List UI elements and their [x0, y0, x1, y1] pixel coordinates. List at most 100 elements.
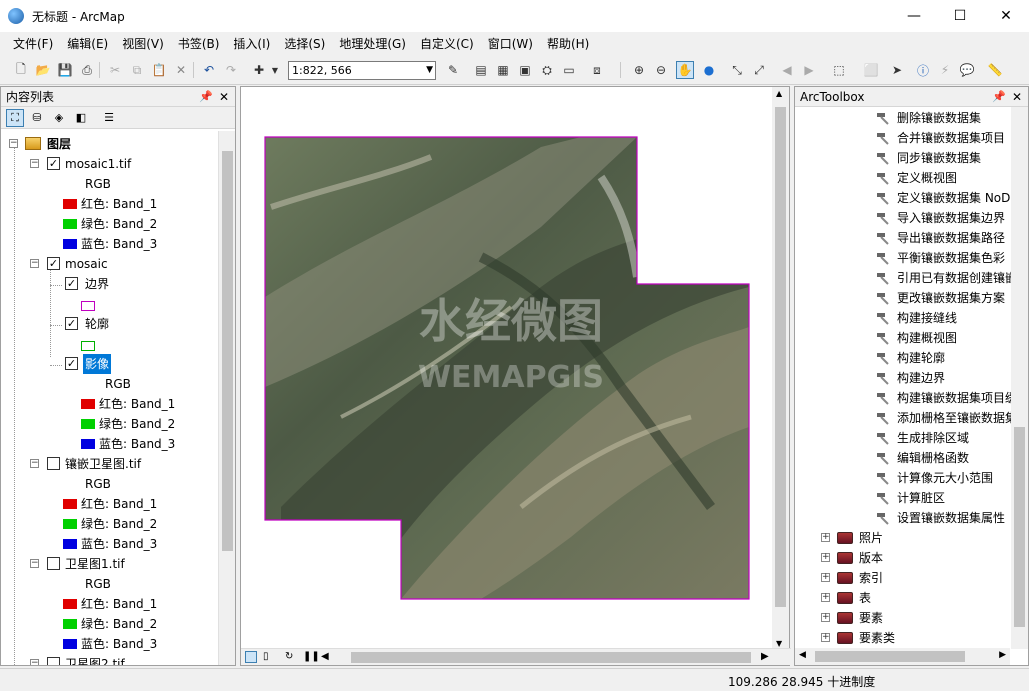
undo-icon[interactable]: ↶ [200, 61, 218, 79]
redo-icon[interactable]: ↷ [222, 61, 240, 79]
toolbox-scrollbar[interactable] [1011, 107, 1028, 649]
expand-icon[interactable]: + [821, 613, 830, 622]
close-panel-icon[interactable]: ✕ [1012, 87, 1022, 107]
menu-windows[interactable]: 窗口(W) [481, 33, 540, 55]
close-panel-icon[interactable]: ✕ [219, 87, 229, 107]
list-by-visibility-icon[interactable]: ◈ [50, 109, 68, 127]
zoom-out-icon[interactable]: ⊖ [652, 61, 670, 79]
menu-selection[interactable]: 选择(S) [277, 33, 332, 55]
fixed-zoom-out-icon[interactable]: ⤢ [750, 61, 768, 79]
layer-visibility-checkbox[interactable] [47, 557, 60, 570]
band-label: 蓝色: Band_3 [99, 437, 176, 451]
collapse-icon[interactable]: − [30, 459, 39, 468]
model-builder-icon[interactable]: ⧈ [588, 61, 606, 79]
map-horizontal-scroll-thumb[interactable] [351, 652, 751, 663]
full-extent-globe-icon[interactable]: ● [700, 61, 718, 79]
fixed-zoom-in-icon[interactable]: ⤡ [728, 61, 746, 79]
refresh-icon[interactable]: ↻ [285, 651, 293, 662]
arctoolbox-icon[interactable]: ⛭ [538, 61, 556, 79]
close-button[interactable]: ✕ [983, 0, 1029, 32]
layer-visibility-checkbox[interactable]: ✓ [65, 357, 78, 370]
new-document-icon[interactable]: 🗋 [12, 61, 30, 79]
html-popup-icon[interactable]: 💬 [958, 61, 976, 79]
python-window-icon[interactable]: ▭ [560, 61, 578, 79]
layer-visibility-checkbox[interactable]: ✓ [47, 257, 60, 270]
menu-geoprocessing[interactable]: 地理处理(G) [332, 33, 413, 55]
paste-icon[interactable]: 📋 [150, 61, 168, 79]
identify-icon[interactable]: ⓘ [914, 61, 932, 79]
pan-hand-icon[interactable]: ✋ [676, 61, 694, 79]
mosaic-raster-image[interactable]: 水经微图 WEMAPGIS [241, 87, 773, 649]
collapse-icon[interactable]: − [30, 559, 39, 568]
layer-visibility-checkbox[interactable] [47, 457, 60, 470]
back-arrow-icon[interactable]: ◀ [778, 61, 796, 79]
expand-icon[interactable]: + [821, 553, 830, 562]
editor-toolbar-icon[interactable]: ✎ [444, 61, 462, 79]
layer-visibility-checkbox[interactable]: ✓ [65, 277, 78, 290]
sublayer-row-image[interactable]: ✓ 影像 [1, 354, 221, 374]
menu-view[interactable]: 视图(V) [115, 33, 171, 55]
band-label: 绿色: Band_2 [99, 417, 176, 431]
print-icon[interactable]: ⎙ [78, 61, 96, 79]
layer-row-mosaic[interactable]: − ✓ mosaic [1, 254, 221, 274]
collapse-icon[interactable]: − [9, 139, 18, 148]
sublayer-row-boundary[interactable]: ✓ 边界 [1, 274, 221, 294]
pin-icon[interactable]: 📌 [992, 87, 1006, 107]
collapse-icon[interactable]: − [30, 259, 39, 268]
options-icon[interactable]: ☰ [100, 109, 118, 127]
list-by-selection-icon[interactable]: ◧ [72, 109, 90, 127]
select-features-icon[interactable]: ⬚ [830, 61, 848, 79]
layer-row-mosaic-satellite[interactable]: − 镶嵌卫星图.tif [1, 454, 221, 474]
layout-view-icon[interactable]: ▯ [263, 651, 269, 662]
save-icon[interactable]: 💾 [56, 61, 74, 79]
collapse-icon[interactable]: − [30, 659, 39, 665]
menu-insert[interactable]: 插入(I) [226, 33, 277, 55]
cut-icon[interactable]: ✂ [106, 61, 124, 79]
menu-file[interactable]: 文件(F) [6, 33, 60, 55]
add-data-dropdown-icon[interactable]: ▼ [266, 61, 284, 79]
delete-icon[interactable]: ✕ [172, 61, 190, 79]
map-vertical-scrollbar[interactable]: ▲ ▼ [772, 87, 789, 650]
copy-icon[interactable]: ⧉ [128, 61, 146, 79]
expand-icon[interactable]: + [821, 533, 830, 542]
layer-visibility-checkbox[interactable]: ✓ [65, 317, 78, 330]
menu-help[interactable]: 帮助(H) [540, 33, 596, 55]
forward-arrow-icon[interactable]: ▶ [800, 61, 818, 79]
clear-selection-icon[interactable]: ⬜ [862, 61, 880, 79]
toolbox-horizontal-scrollbar[interactable]: ◀ ▶ [795, 648, 1010, 665]
menu-edit[interactable]: 编辑(E) [60, 33, 115, 55]
data-view-icon[interactable] [245, 651, 257, 663]
layer-visibility-checkbox[interactable] [47, 657, 60, 665]
list-by-source-icon[interactable]: ⛁ [28, 109, 46, 127]
map-scale-select[interactable]: 1:822, 566 ▼ [288, 61, 436, 80]
search-window-icon[interactable]: ▣ [516, 61, 534, 79]
expand-icon[interactable]: + [821, 633, 830, 642]
select-elements-arrow-icon[interactable]: ➤ [888, 61, 906, 79]
map-view[interactable]: 水经微图 WEMAPGIS ▲ ▼ ▯ ↻ ❚❚ ◀ ▶ [240, 86, 791, 666]
layer-row-mosaic1[interactable]: − ✓ mosaic1.tif [1, 154, 221, 174]
menu-bookmarks[interactable]: 书签(B) [171, 33, 227, 55]
open-icon[interactable]: 📂 [34, 61, 52, 79]
zoom-in-icon[interactable]: ⊕ [630, 61, 648, 79]
sublayer-row-footprint[interactable]: ✓ 轮廓 [1, 314, 221, 334]
measure-icon[interactable]: 📏 [986, 61, 1004, 79]
minimize-button[interactable]: — [891, 0, 937, 32]
list-by-drawing-order-icon[interactable]: ⛶ [6, 109, 24, 127]
collapse-icon[interactable]: − [30, 159, 39, 168]
pause-drawing-icon[interactable]: ❚❚ [303, 651, 320, 662]
layer-row-satellite1[interactable]: − 卫星图1.tif [1, 554, 221, 574]
scroll-right-icon[interactable]: ▶ [761, 651, 769, 662]
expand-icon[interactable]: + [821, 573, 830, 582]
toc-scrollbar[interactable] [218, 131, 235, 665]
catalog-icon[interactable]: ▦ [494, 61, 512, 79]
maximize-button[interactable]: ☐ [937, 0, 983, 32]
window-title: 无标题 - ArcMap [32, 9, 125, 24]
expand-icon[interactable]: + [821, 593, 830, 602]
menu-customize[interactable]: 自定义(C) [413, 33, 481, 55]
layer-row-satellite2[interactable]: − 卫星图2.tif [1, 654, 221, 665]
layer-visibility-checkbox[interactable]: ✓ [47, 157, 60, 170]
scroll-left-icon[interactable]: ◀ [321, 651, 329, 662]
hyperlink-icon[interactable]: ⚡ [936, 61, 954, 79]
pin-icon[interactable]: 📌 [199, 87, 213, 107]
table-icon[interactable]: ▤ [472, 61, 490, 79]
